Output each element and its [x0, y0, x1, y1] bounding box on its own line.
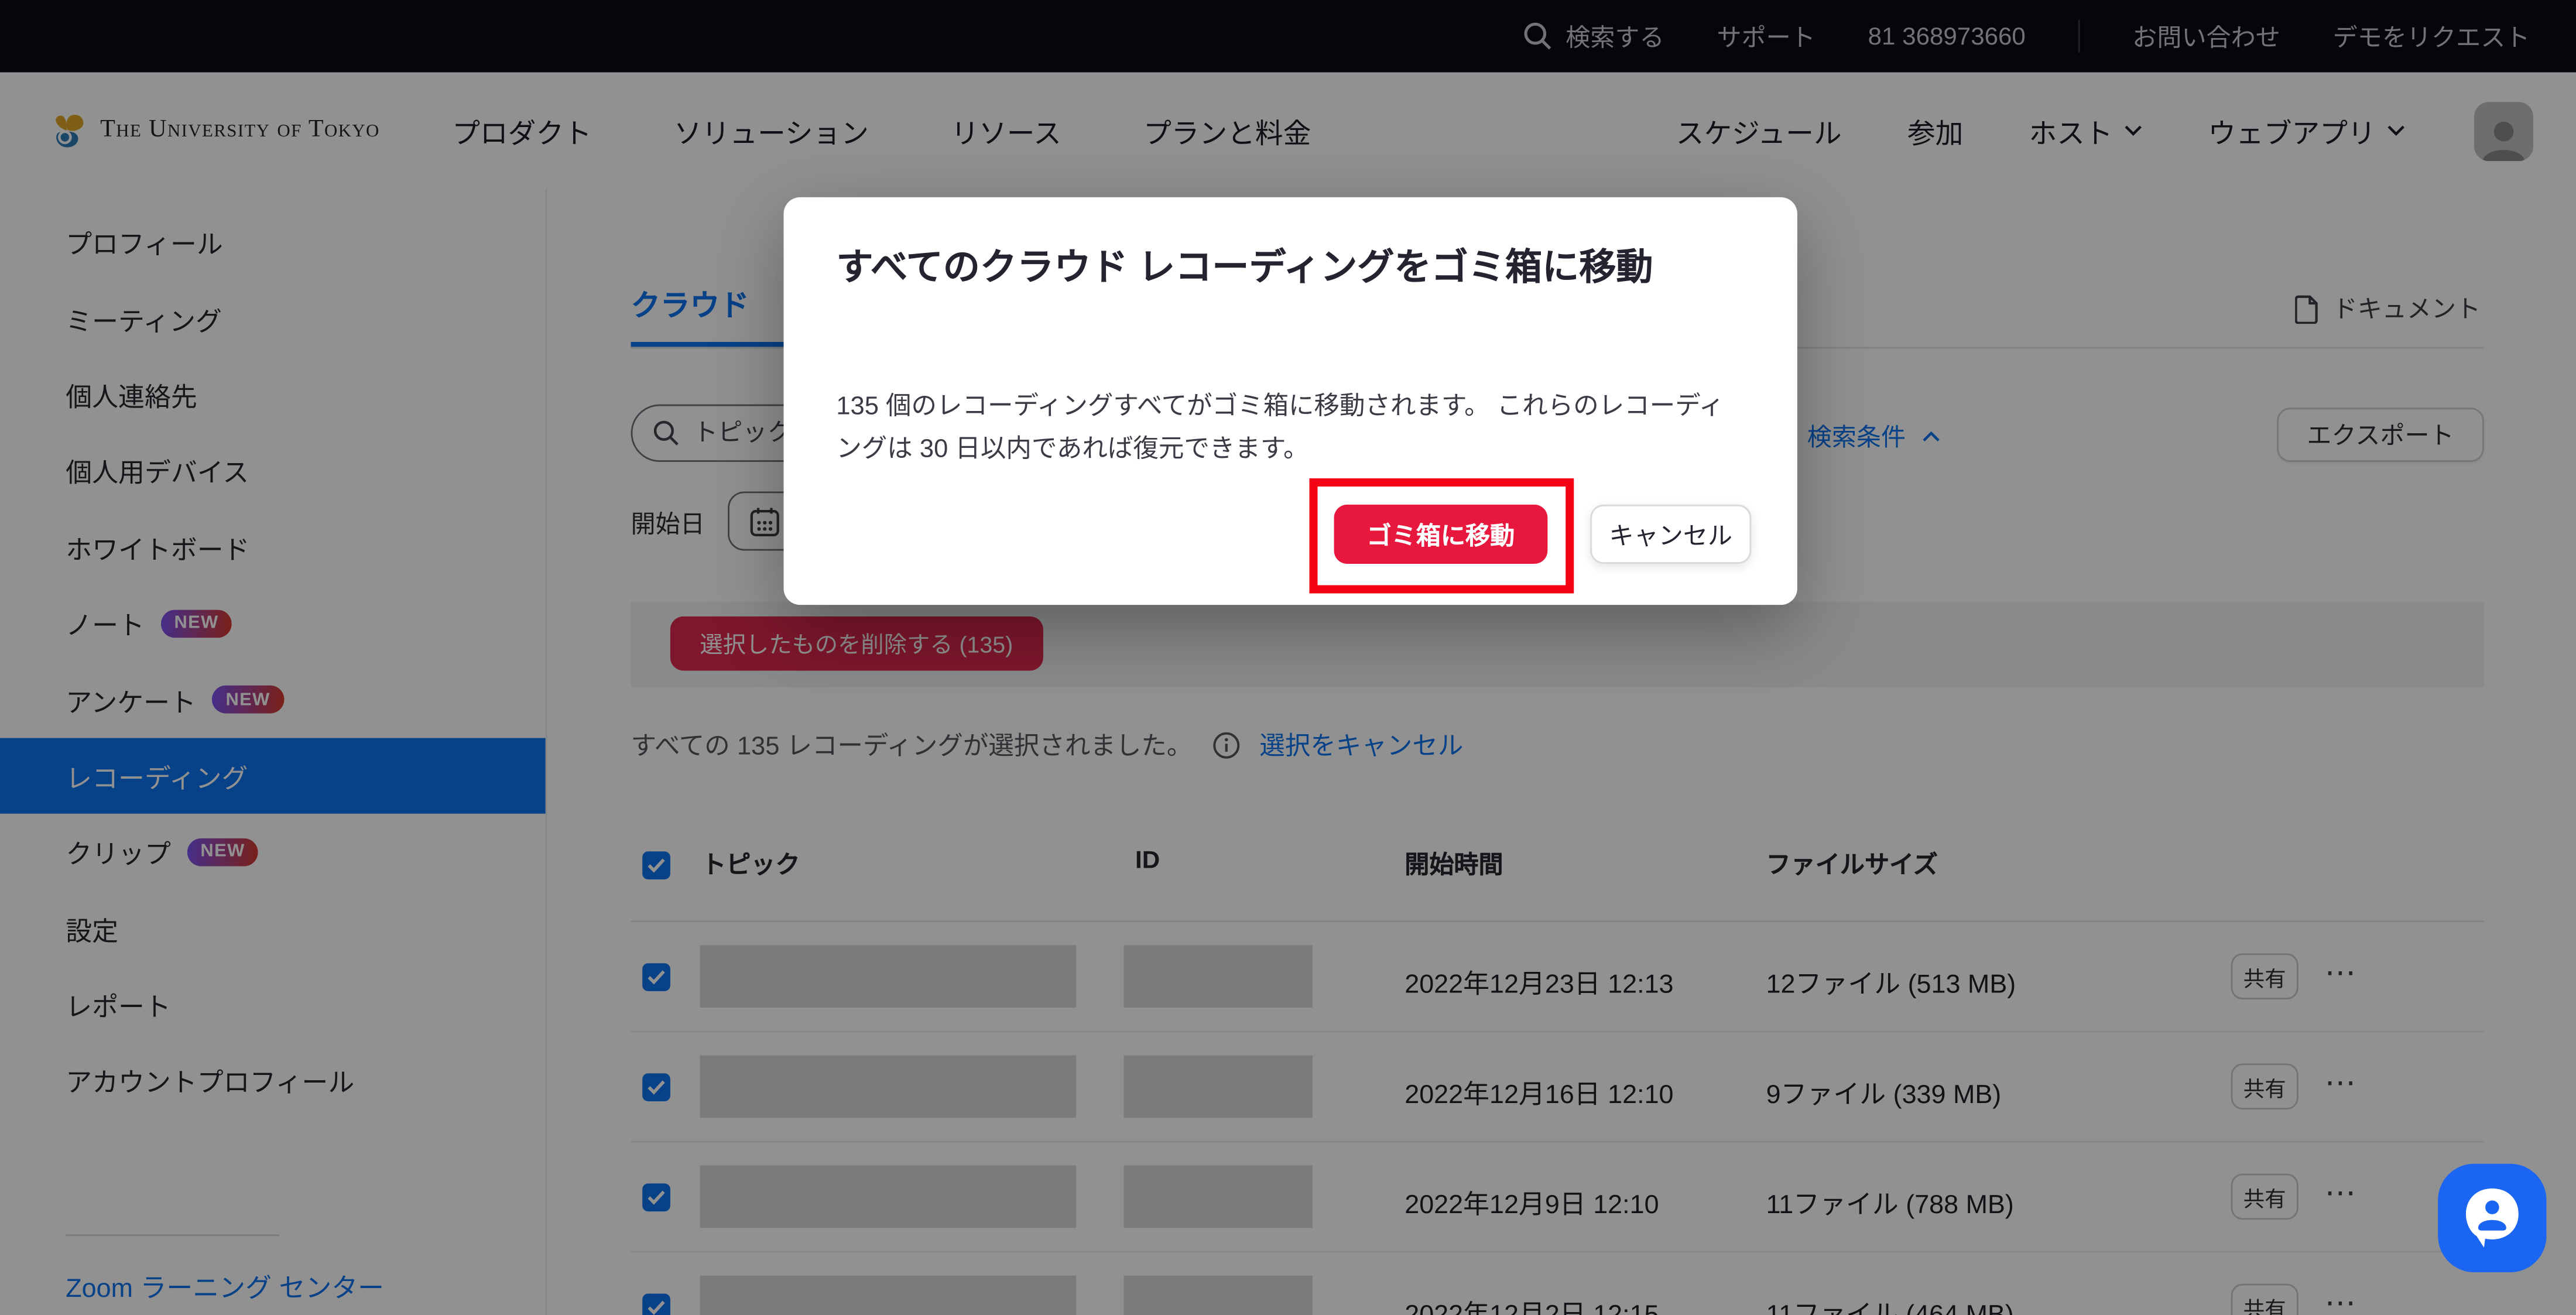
chat-support-fab[interactable] [2438, 1164, 2546, 1272]
move-to-trash-button[interactable]: ゴミ箱に移動 [1334, 505, 1548, 564]
cancel-button[interactable]: キャンセル [1590, 505, 1751, 564]
browser-viewport: 検索する サポート 81 368973660 お問い合わせ デモをリクエスト T… [0, 0, 2576, 1315]
dialog-body-text: 135 個のレコーディングすべてがゴミ箱に移動されます。 これらのレコーディング… [836, 386, 1749, 470]
move-to-trash-dialog: すべてのクラウド レコーディングをゴミ箱に移動 135 個のレコーディングすべて… [784, 197, 1797, 605]
zoom-web-portal: 検索する サポート 81 368973660 お問い合わせ デモをリクエスト T… [0, 0, 2576, 1315]
chat-bubble-person-icon [2459, 1183, 2525, 1252]
dialog-title: すべてのクラウド レコーディングをゴミ箱に移動 [836, 240, 1749, 295]
